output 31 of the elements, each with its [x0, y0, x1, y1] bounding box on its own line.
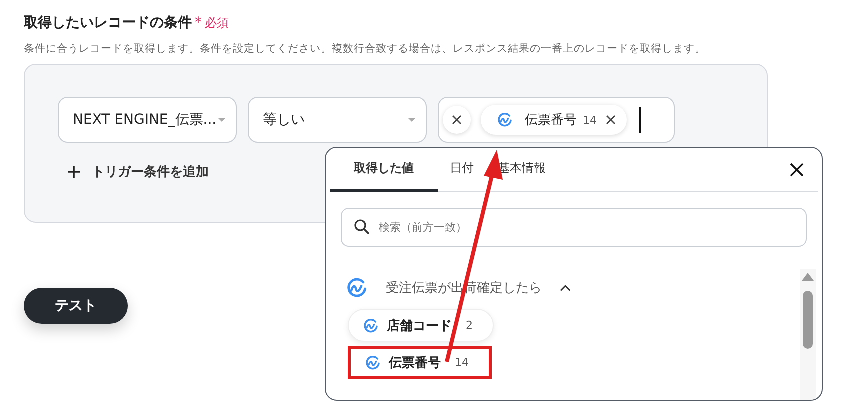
text-cursor: [639, 107, 640, 133]
value-item[interactable]: 伝票番号 14: [348, 346, 492, 379]
caret-icon: [408, 118, 416, 122]
wave-logo-icon: [365, 354, 381, 370]
tab[interactable]: 取得した値: [330, 148, 438, 192]
value-field[interactable]: 伝票番号 14: [438, 97, 675, 143]
field-select[interactable]: NEXT ENGINE_伝票...: [58, 97, 237, 143]
wave-logo-icon: [363, 318, 379, 334]
operator-select[interactable]: 等しい: [248, 97, 427, 143]
value-item[interactable]: 店舗コード 2: [348, 309, 494, 342]
scrollbar[interactable]: [800, 269, 816, 400]
add-condition-button[interactable]: トリガー条件を追加: [68, 163, 209, 181]
chevron-up-icon[interactable]: [560, 284, 571, 292]
search-field[interactable]: 検索（前方一致）: [341, 208, 807, 247]
search-icon: [354, 219, 370, 235]
chip-label: 伝票番号: [525, 112, 577, 129]
required-label: 必須: [205, 15, 229, 32]
required-mark: *: [195, 15, 202, 31]
wave-logo-icon: [346, 277, 368, 299]
close-icon[interactable]: [790, 163, 804, 177]
close-icon: [451, 114, 463, 126]
description-text: 条件に合うレコードを取得します。条件を設定してください。複数行合致する場合は、レスポンス結果の一番上のレコードを取得します。: [24, 42, 707, 56]
wave-logo-icon: [497, 112, 513, 128]
chip-count: 14: [583, 114, 597, 126]
plus-icon: [68, 166, 80, 178]
section-title: 取得したいレコードの条件: [24, 14, 192, 32]
close-icon[interactable]: [605, 114, 617, 126]
test-button[interactable]: テスト: [24, 288, 128, 324]
tab[interactable]: 日付: [438, 148, 486, 192]
caret-icon: [218, 118, 226, 122]
clear-button[interactable]: [443, 106, 471, 134]
